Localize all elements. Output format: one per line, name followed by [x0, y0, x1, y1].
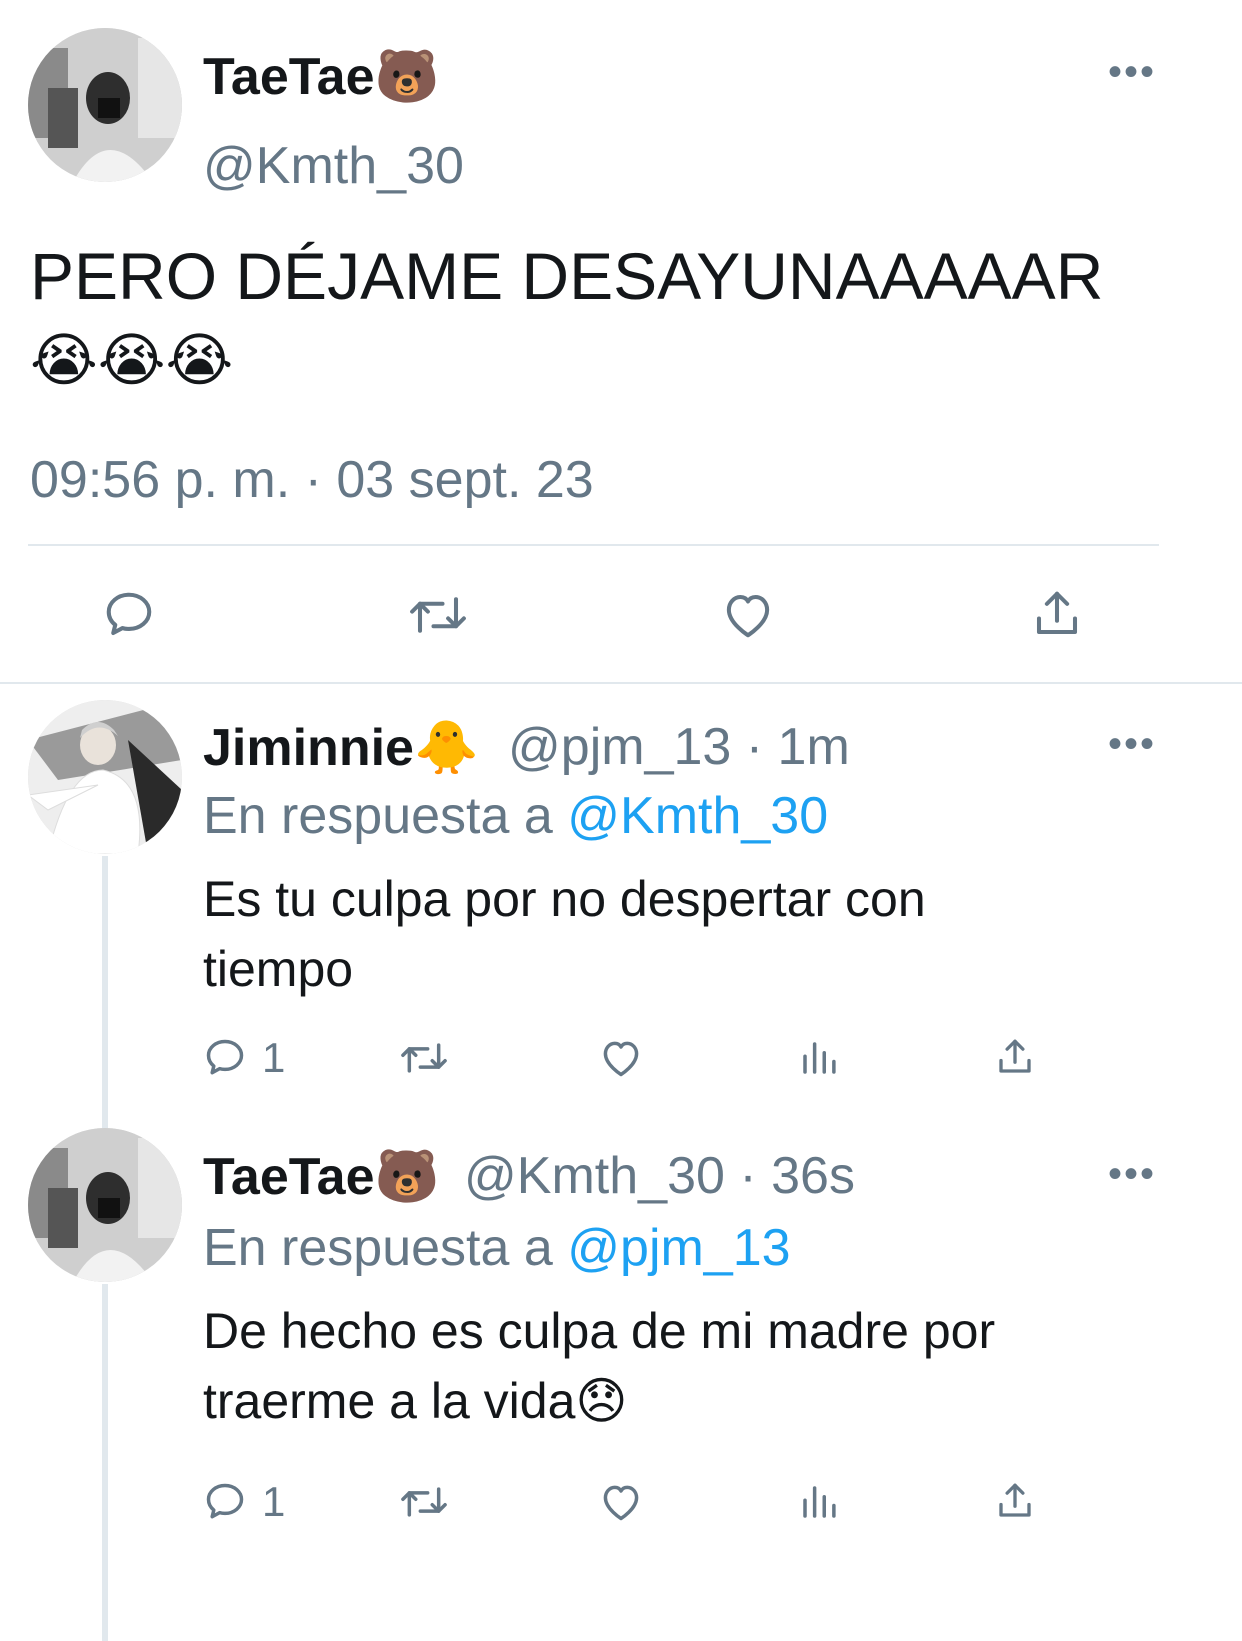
- like-icon[interactable]: [598, 1036, 644, 1080]
- reply-display-name[interactable]: Jiminnie🐥: [203, 717, 479, 778]
- reply-handle-time[interactable]: @pjm_13 · 1m: [508, 717, 850, 777]
- reply-count: 1: [262, 1034, 286, 1081]
- reply-text-line: tiempo: [203, 941, 354, 997]
- reply-display-name[interactable]: TaeTae🐻: [203, 1146, 439, 1207]
- reply-icon[interactable]: [203, 1480, 247, 1524]
- crying-emojis: 😭😭😭: [30, 326, 234, 394]
- chick-emoji: 🐥: [413, 718, 479, 778]
- more-icon[interactable]: •••: [1108, 1154, 1156, 1194]
- share-icon[interactable]: [994, 1034, 1036, 1080]
- retweet-icon[interactable]: [398, 1036, 450, 1080]
- share-icon[interactable]: [994, 1478, 1036, 1524]
- reply-to-link[interactable]: @Kmth_30: [567, 787, 828, 845]
- more-icon[interactable]: •••: [1108, 724, 1156, 764]
- avatar-jiminnie[interactable]: [28, 700, 182, 854]
- reply-handle-time[interactable]: @Kmth_30 · 36s: [464, 1146, 855, 1206]
- tweet-timestamp[interactable]: 09:56 p. m. · 03 sept. 23: [30, 450, 594, 510]
- reply-text-line: Es tu culpa por no despertar con: [203, 871, 926, 927]
- reply-display-name-text[interactable]: TaeTae: [203, 1148, 375, 1206]
- thread-line: [102, 1284, 108, 1641]
- reply-context: En respuesta a @Kmth_30: [203, 786, 828, 846]
- reply-prefix: En respuesta a: [203, 1219, 553, 1277]
- analytics-icon[interactable]: [798, 1480, 840, 1524]
- divider: [28, 544, 1159, 546]
- avatar-taetae[interactable]: [28, 28, 182, 182]
- avatar-taetae[interactable]: [28, 1128, 182, 1282]
- bear-emoji: 🐻: [374, 1147, 440, 1207]
- bear-emoji: 🐻: [374, 47, 440, 107]
- like-icon[interactable]: [720, 588, 776, 642]
- reply-prefix: En respuesta a: [203, 787, 553, 845]
- reply-text: Es tu culpa por no despertar con tiempo: [203, 864, 1163, 1004]
- reply-context: En respuesta a @pjm_13: [203, 1218, 791, 1278]
- reply-to-link[interactable]: @pjm_13: [567, 1219, 790, 1277]
- reply-icon[interactable]: [102, 588, 156, 642]
- analytics-icon[interactable]: [798, 1036, 840, 1080]
- display-name[interactable]: TaeTae🐻: [203, 46, 439, 107]
- tweet-text: PERO DÉJAME DESAYUNAAAAAR: [30, 239, 1104, 313]
- user-handle[interactable]: @Kmth_30: [203, 136, 464, 196]
- thread-line: [102, 856, 108, 1128]
- retweet-icon[interactable]: [406, 588, 470, 642]
- more-icon[interactable]: •••: [1108, 52, 1156, 92]
- retweet-icon[interactable]: [398, 1480, 450, 1524]
- divider: [0, 682, 1242, 684]
- reply-text-line: traerme a la vida: [203, 1373, 576, 1429]
- reply-text: De hecho es culpa de mi madre por traerm…: [203, 1296, 1163, 1436]
- reply-text-line: De hecho es culpa de mi madre por: [203, 1303, 996, 1359]
- display-name-text[interactable]: TaeTae: [203, 48, 375, 106]
- reply-count: 1: [262, 1478, 286, 1525]
- share-icon[interactable]: [1030, 586, 1084, 642]
- reply-display-name-text[interactable]: Jiminnie: [203, 719, 414, 777]
- disappointed-emoji: 😞: [575, 1372, 628, 1430]
- like-icon[interactable]: [598, 1480, 644, 1524]
- reply-icon[interactable]: [203, 1036, 247, 1080]
